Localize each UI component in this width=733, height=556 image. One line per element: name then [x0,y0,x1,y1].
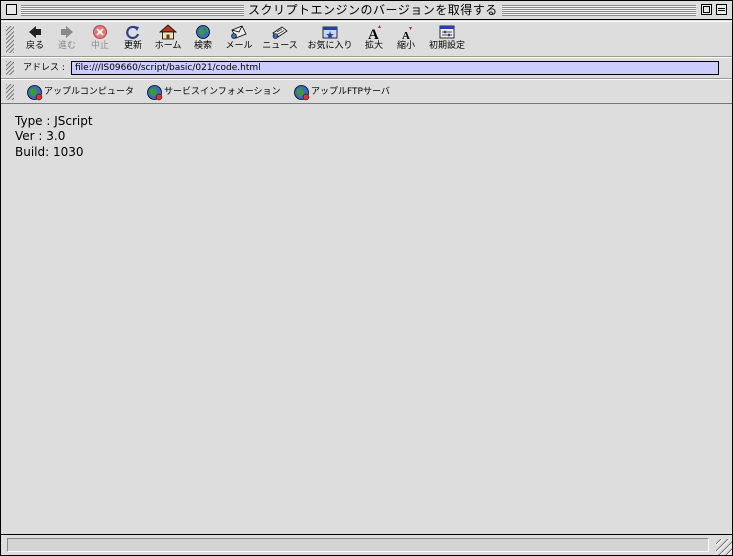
preferences-button[interactable]: 初期設定 [427,24,467,56]
window-title: スクリプトエンジンのバージョンを取得する [244,3,502,18]
zoom-in-button[interactable]: A 拡大 [363,24,385,56]
toolbar: 戻る 進む 中止 更新 ホーム 検索 メール ニュース お気に入り A 拡大 A… [1,21,732,57]
news-button[interactable]: ニュース [261,24,299,56]
globe-link-icon [147,85,163,101]
forward-arrow-icon [61,26,73,38]
address-bar: アドレス : [1,57,732,79]
stop-button[interactable]: 中止 [89,24,111,56]
resize-grip-icon[interactable] [716,539,732,555]
favorite-label: サービスインフォメーション [164,87,281,97]
zoom-in-label: 拡大 [364,41,383,51]
preferences-icon [439,25,455,39]
address-label: アドレス : [23,63,65,73]
svg-text:A: A [368,27,379,40]
title-bar[interactable]: スクリプトエンジンのバージョンを取得する [1,1,732,20]
close-box-icon[interactable] [6,4,17,15]
news-label: ニュース [262,41,298,51]
search-button[interactable]: 検索 [192,24,214,56]
home-icon [159,24,177,40]
home-button[interactable]: ホーム [153,24,183,56]
smaller-text-icon: A [402,27,412,40]
favorite-apple-computer[interactable]: アップルコンピュータ [26,83,138,101]
zoom-out-button[interactable]: A 縮小 [395,24,417,56]
home-label: ホーム [154,41,182,51]
zoom-out-label: 縮小 [396,41,415,51]
page-content: Type : JScript Ver : 3.0 Build: 1030 [1,105,732,534]
browser-window: スクリプトエンジンのバージョンを取得する 戻る 進む 中止 更新 ホーム 検索 … [0,0,733,556]
favorite-service-information[interactable]: サービスインフォメーション [146,83,286,101]
mail-label: メール [225,41,253,51]
zoom-box-icon[interactable] [701,4,712,15]
globe-link-icon [294,85,310,101]
status-field [7,538,709,552]
toolbar-grip[interactable] [6,26,14,53]
favorites-label: お気に入り [307,41,353,51]
output-line-version: Ver : 3.0 [15,129,66,143]
refresh-icon [126,25,140,40]
collapse-box-icon[interactable] [716,4,727,15]
output-line-build: Build: 1030 [15,145,84,159]
status-bar [1,534,732,555]
forward-label: 進む [57,41,76,51]
globe-link-icon [27,85,43,101]
forward-button[interactable]: 進む [56,24,78,56]
mail-icon [231,25,247,39]
svg-text:A: A [402,30,410,40]
mail-button[interactable]: メール [224,24,254,56]
favorites-bar: アップルコンピュータ サービスインフォメーション アップルFTPサーバ [1,79,732,104]
globe-search-icon [196,25,210,39]
news-icon [272,26,288,39]
output-line-type: Type : JScript [15,114,93,128]
favorites-icon [322,26,338,39]
favorites-bar-grip[interactable] [6,84,14,100]
favorites-button[interactable]: お気に入り [307,24,353,56]
favorite-label: アップルFTPサーバ [311,87,390,97]
address-input[interactable] [71,61,719,75]
search-label: 検索 [193,41,212,51]
favorite-apple-ftp-server[interactable]: アップルFTPサーバ [293,83,398,101]
larger-text-icon: A [368,25,381,40]
refresh-button[interactable]: 更新 [122,24,144,56]
stop-icon [93,25,107,39]
address-bar-grip[interactable] [6,61,14,75]
favorite-label: アップルコンピュータ [44,87,134,97]
back-arrow-icon [29,26,41,38]
refresh-label: 更新 [123,41,142,51]
preferences-label: 初期設定 [428,41,465,51]
back-button[interactable]: 戻る [24,24,46,56]
stop-label: 中止 [90,41,109,51]
back-label: 戻る [25,41,44,51]
